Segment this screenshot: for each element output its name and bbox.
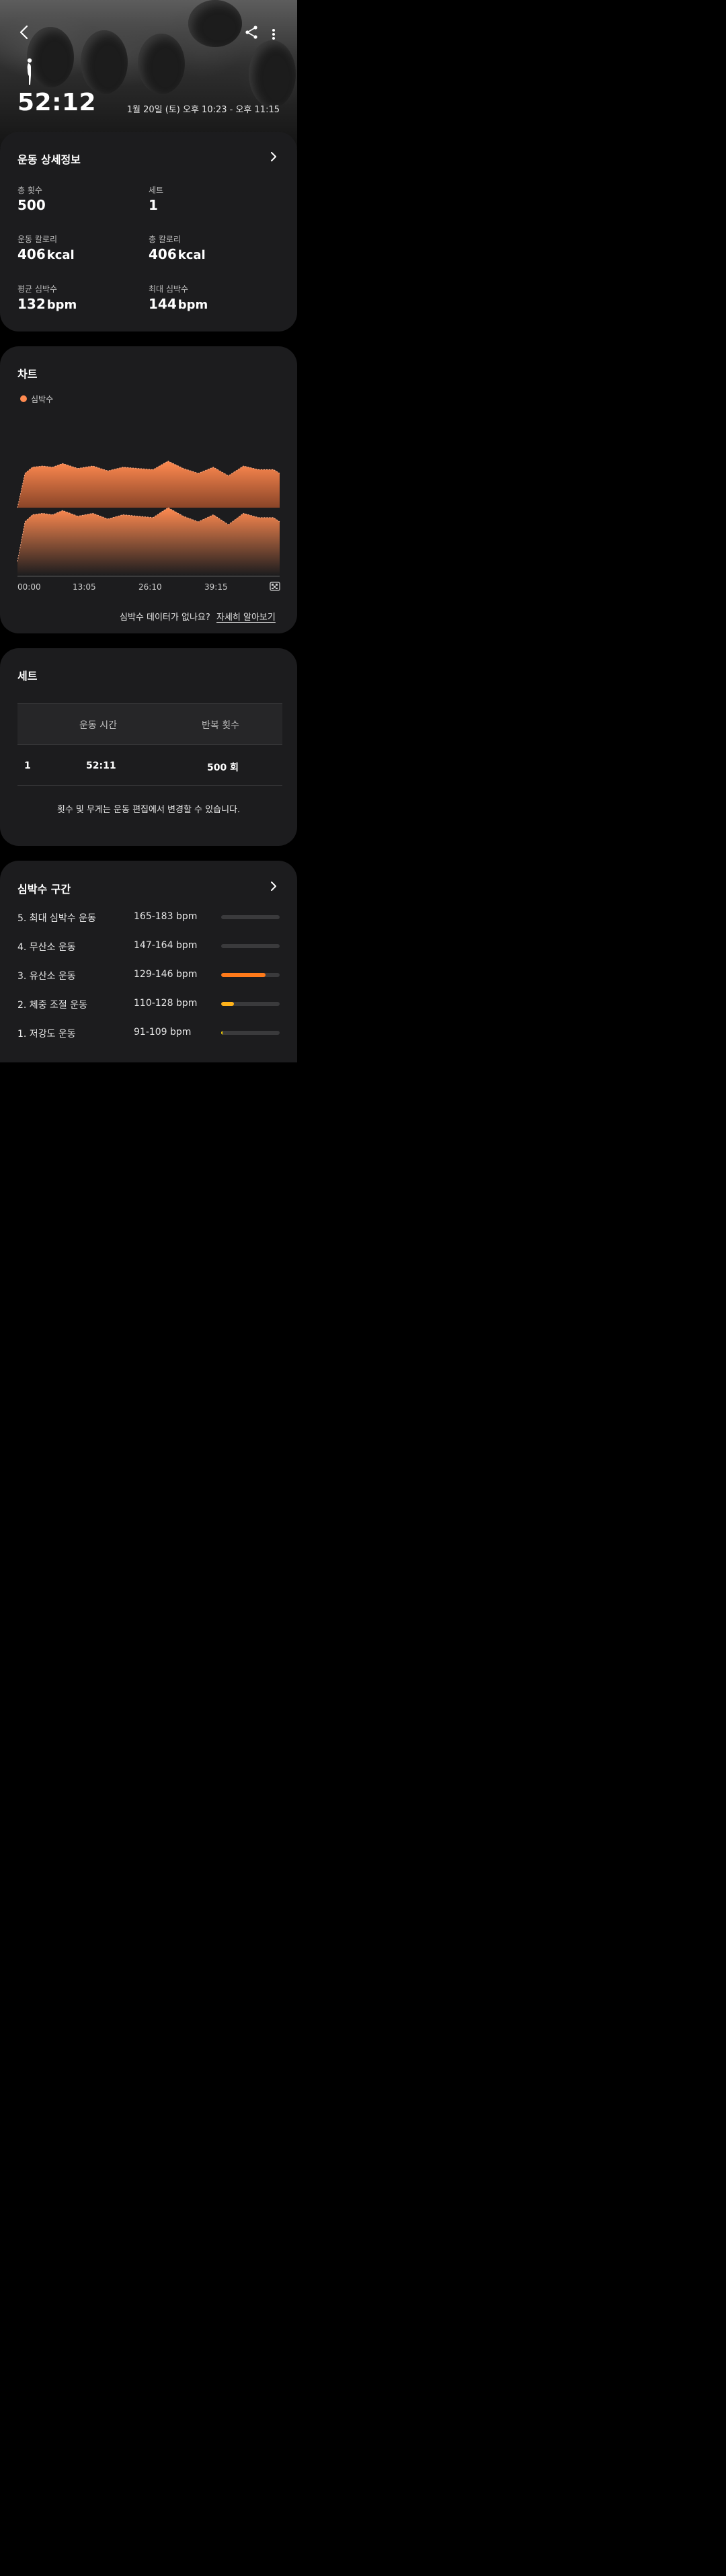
stat-value-max-hr: 144 bpm: [149, 296, 208, 312]
share-icon[interactable]: [243, 24, 259, 40]
zone-bar: [221, 915, 280, 919]
sets-title: 세트: [17, 670, 38, 682]
x-tick-label: 00:00: [17, 582, 41, 592]
more-options-icon[interactable]: [272, 28, 276, 40]
zone-bar: [221, 1031, 280, 1035]
hr-area-lower: [17, 508, 280, 576]
zone-range: 129-146 bpm: [134, 969, 198, 980]
workout-datetime: 1월 20일 (토) 오후 10:23 - 오후 11:15: [126, 105, 280, 115]
workout-duration: 52:12: [17, 89, 97, 116]
zone-bar-fill: [221, 1031, 223, 1035]
stat-label-total-reps: 총 횟수: [17, 186, 42, 195]
sets-card: [0, 648, 297, 846]
dumbbell-image: [138, 34, 185, 94]
back-icon[interactable]: [16, 24, 32, 40]
sets-edit-note: 횟수 및 무게는 운동 편집에서 변경할 수 있습니다.: [56, 805, 241, 815]
dumbbell-image: [249, 40, 296, 108]
x-tick-label: 39:15: [204, 582, 228, 592]
chevron-right-icon[interactable]: [269, 882, 278, 891]
zone-name: 3. 유산소 운동: [17, 971, 76, 982]
header-exercise-time: 운동 시간: [79, 720, 117, 731]
zone-range: 110-128 bpm: [134, 998, 198, 1009]
heart-rate-chart: [17, 461, 280, 577]
stat-value-sets: 1: [149, 197, 158, 213]
hero-banner: [0, 0, 297, 148]
details-title: 운동 상세정보: [17, 153, 81, 166]
zone-range: 147-164 bpm: [134, 940, 198, 951]
zone-name: 2. 체중 조절 운동: [17, 1000, 87, 1011]
dumbbell-image: [81, 30, 128, 94]
zone-name: 1. 저강도 운동: [17, 1029, 76, 1040]
stat-label-avg-hr: 평균 심박수: [17, 284, 58, 294]
set-time: 52:11: [86, 760, 116, 771]
set-reps: 500 회: [207, 763, 239, 773]
x-tick-label: 13:05: [73, 582, 96, 592]
zone-name: 4. 무산소 운동: [17, 942, 76, 953]
standing-person-icon: [27, 58, 32, 85]
stat-value-total-calories: 406 kcal: [149, 246, 206, 262]
dumbbell-image: [188, 0, 242, 47]
hr-zones-title: 심박수 구간: [17, 883, 71, 896]
zone-bar: [221, 973, 280, 977]
set-index: 1: [24, 760, 31, 771]
stat-label-workout-calories: 운동 칼로리: [17, 235, 58, 244]
legend-dot: [20, 395, 27, 402]
chevron-right-icon[interactable]: [269, 152, 278, 161]
stat-label-max-hr: 최대 심박수: [149, 284, 189, 294]
divider: [17, 785, 282, 786]
zone-range: 91-109 bpm: [134, 1027, 192, 1038]
stat-label-sets: 세트: [149, 186, 164, 195]
stat-value-avg-hr: 132 bpm: [17, 296, 77, 312]
learn-more-link[interactable]: 자세히 알아보기: [216, 610, 276, 623]
stat-value-total-reps: 500: [17, 197, 46, 213]
header-reps: 반복 횟수: [202, 720, 239, 731]
hr-area-upper: [17, 461, 280, 508]
zone-bar-fill: [221, 1002, 235, 1006]
zone-bar: [221, 1002, 280, 1006]
zone-bar-fill: [221, 973, 266, 977]
sets-table-header: [17, 703, 282, 745]
legend-label: 심박수: [31, 395, 54, 404]
stat-label-total-calories: 총 칼로리: [149, 235, 181, 244]
zone-name: 5. 최대 심박수 운동: [17, 913, 96, 924]
no-hr-data-question: 심박수 데이터가 없나요?: [120, 613, 210, 623]
zone-bar: [221, 944, 280, 948]
finish-flag-icon: [270, 582, 280, 591]
zone-range: 165-183 bpm: [134, 911, 198, 922]
stat-value-workout-calories: 406 kcal: [17, 246, 75, 262]
x-tick-label: 26:10: [138, 582, 162, 592]
chart-title: 차트: [17, 368, 38, 381]
